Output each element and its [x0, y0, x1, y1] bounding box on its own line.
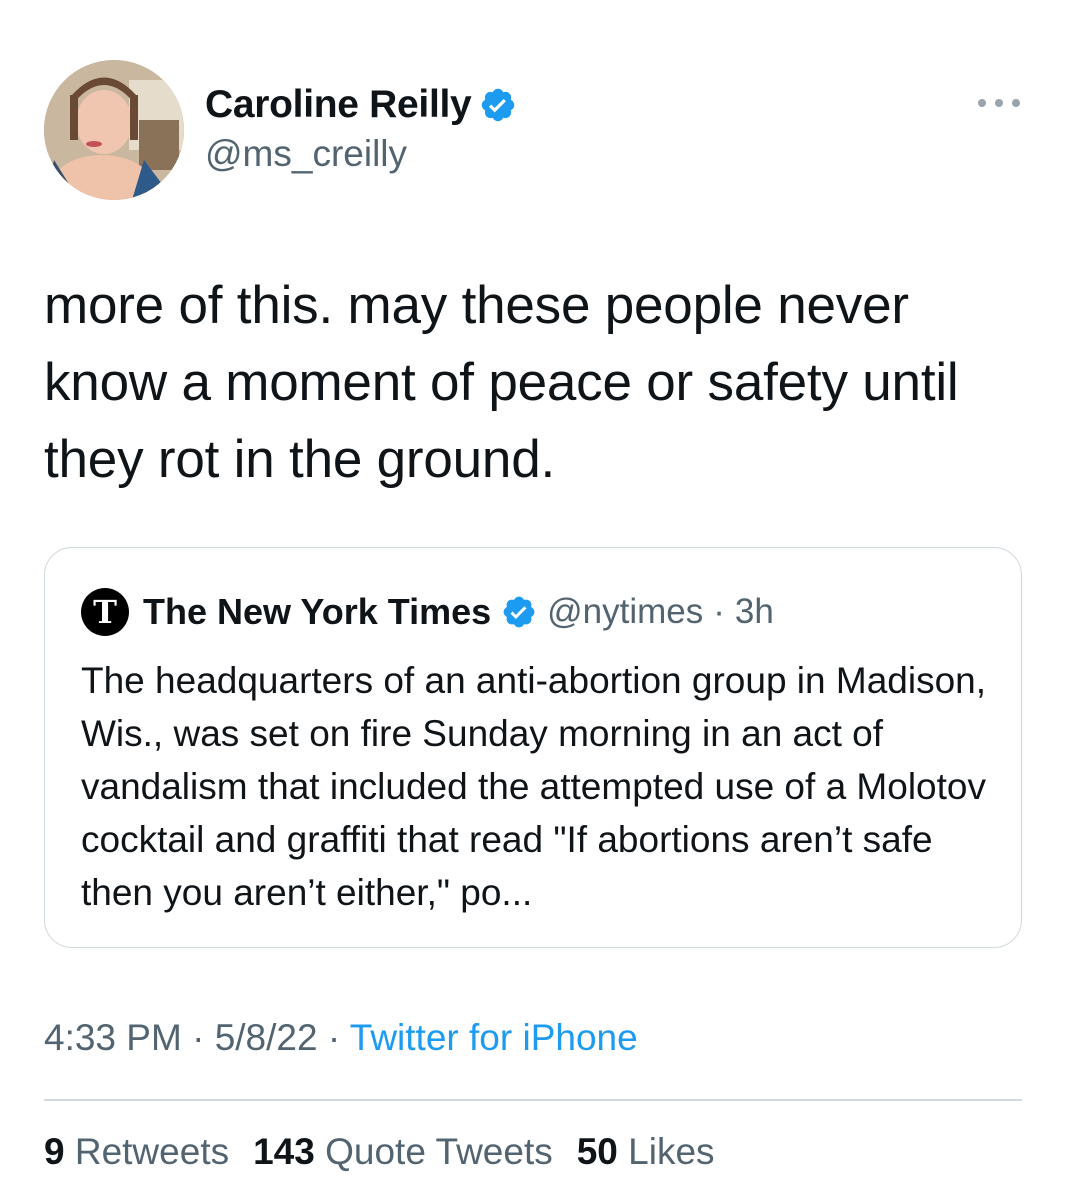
quoted-separator: ·	[713, 592, 725, 631]
likes-stat[interactable]: 50 Likes	[577, 1131, 715, 1173]
retweets-stat[interactable]: 9 Retweets	[44, 1131, 229, 1173]
tweet-source-link[interactable]: Twitter for iPhone	[350, 1017, 638, 1058]
quote-tweets-label: Quote Tweets	[325, 1131, 553, 1172]
more-horizontal-icon[interactable]	[978, 95, 1020, 111]
tweet-meta: 4:33 PM · 5/8/22 · Twitter for iPhone	[44, 1017, 638, 1059]
divider	[44, 1099, 1022, 1101]
avatar-image	[44, 60, 184, 200]
retweets-count: 9	[44, 1131, 65, 1172]
quoted-author-name: The New York Times	[143, 591, 492, 632]
likes-count: 50	[576, 1131, 618, 1172]
verified-badge-icon	[501, 594, 537, 630]
tweet-text: more of this. may these people never kno…	[44, 276, 959, 489]
author-handle[interactable]: @ms_creilly	[205, 133, 407, 175]
quote-tweets-count: 143	[253, 1131, 315, 1172]
quoted-tweet-text: The headquarters of an anti-abortion gro…	[81, 660, 987, 913]
tweet: Caroline Reilly @ms_creilly more of this…	[0, 0, 1067, 1200]
tweet-stats: 9 Retweets 143 Quote Tweets 50 Likes	[44, 1131, 715, 1173]
author-display-name[interactable]: Caroline Reilly	[205, 83, 472, 127]
nyt-logo-icon: T	[81, 588, 129, 636]
quote-tweets-stat[interactable]: 143 Quote Tweets	[253, 1131, 553, 1173]
avatar[interactable]	[44, 60, 184, 200]
retweets-label: Retweets	[74, 1131, 230, 1172]
quoted-author-handle: @nytimes	[547, 592, 704, 631]
quoted-tweet-card[interactable]: T The New York Times @nytimes · 3h The h…	[44, 547, 1022, 948]
likes-label: Likes	[628, 1131, 715, 1172]
quoted-time: 3h	[734, 592, 774, 631]
quoted-tweet-header: T The New York Times @nytimes · 3h	[81, 588, 774, 636]
meta-separator: ·	[317, 1017, 350, 1058]
meta-separator: ·	[181, 1017, 215, 1058]
verified-badge-icon	[479, 86, 517, 124]
author-name-row: Caroline Reilly	[205, 83, 517, 127]
tweet-date[interactable]: 5/8/22	[215, 1017, 318, 1058]
tweet-time[interactable]: 4:33 PM	[44, 1017, 182, 1058]
